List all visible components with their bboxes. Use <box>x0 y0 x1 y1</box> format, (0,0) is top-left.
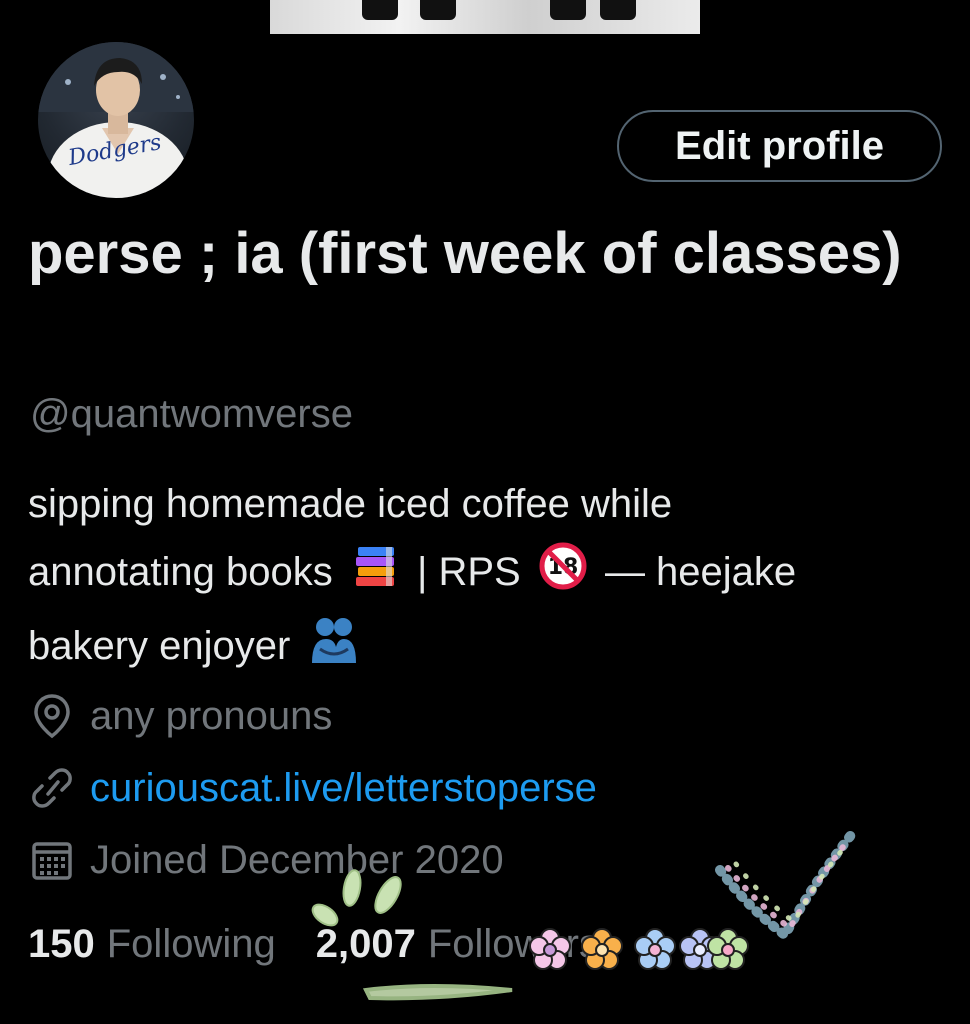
bio-text: — heejake <box>604 550 797 594</box>
profile-banner[interactable] <box>270 0 700 36</box>
bio: sipping homemade iced coffee while annot… <box>28 470 958 686</box>
followers-link[interactable]: 2,007 Followers <box>316 922 599 967</box>
profile-joined-date: Joined December 2020 <box>28 836 504 884</box>
user-handle: @quantwomverse <box>30 392 353 436</box>
banner-graphic <box>550 0 586 20</box>
following-count: 150 <box>28 922 95 966</box>
banner-graphic <box>420 0 456 20</box>
website-link[interactable]: curiouscat.live/letterstoperse <box>90 766 597 811</box>
link-icon <box>32 768 72 808</box>
location-pin-icon <box>34 694 70 739</box>
no-one-under-eighteen-icon: 18 <box>538 541 588 612</box>
followers-count: 2,007 <box>315 922 416 966</box>
following-label: Following <box>106 922 276 966</box>
avatar-photo: Dodgers <box>38 42 194 198</box>
banner-graphic <box>600 0 636 20</box>
bio-text: bakery enjoyer <box>28 624 291 668</box>
banner-graphic <box>362 0 398 20</box>
edit-profile-button[interactable]: Edit profile <box>617 110 942 182</box>
underline-scribble-sticker <box>362 984 513 1001</box>
profile-website: curiouscat.live/letterstoperse <box>28 764 597 812</box>
display-name: perse ; ia (first week of classes) <box>28 221 902 286</box>
bio-line: annotating books | RPS 18 — heejake <box>28 538 958 612</box>
profile-location: any pronouns <box>28 692 332 740</box>
follow-stats: 150 Following 2,007 Followers <box>28 922 599 967</box>
books-emoji <box>350 541 400 612</box>
location-text: any pronouns <box>90 693 333 738</box>
bio-line: bakery enjoyer <box>28 612 958 686</box>
bio-text: | RPS <box>416 550 521 594</box>
avatar[interactable]: Dodgers <box>34 38 198 202</box>
bio-text: annotating books <box>28 550 333 594</box>
bio-line: sipping homemade iced coffee while <box>28 482 673 526</box>
people-hugging-emoji <box>308 615 360 686</box>
beaded-check-sticker <box>715 825 860 943</box>
following-link[interactable]: 150 Following <box>28 922 276 967</box>
followers-label: Followers <box>427 922 599 966</box>
joined-text: Joined December 2020 <box>90 837 504 882</box>
calendar-icon <box>32 842 72 880</box>
